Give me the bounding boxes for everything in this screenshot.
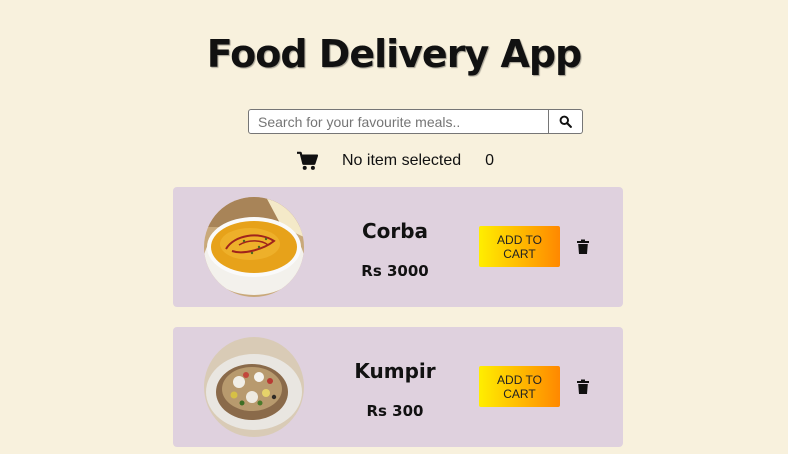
food-card-corba: Corba Rs 3000 ADD TO CART (173, 187, 623, 307)
add-to-cart-button[interactable]: ADD TO CART (479, 226, 560, 267)
food-card-kumpir: Kumpir Rs 300 ADD TO CART (173, 327, 623, 447)
cart-count: 0 (485, 152, 495, 169)
food-price: Rs 3000 (361, 262, 429, 280)
page-title: Food Delivery App (206, 32, 583, 76)
app-root: Food Delivery App No item selected 0 (0, 0, 788, 454)
food-image-corba (204, 197, 304, 297)
search-input[interactable] (248, 109, 549, 134)
food-name: Kumpir (354, 359, 436, 383)
search-bar (248, 109, 583, 134)
food-name: Corba (361, 219, 429, 243)
trash-icon[interactable] (576, 379, 590, 395)
food-price: Rs 300 (366, 402, 424, 420)
add-to-cart-button[interactable]: ADD TO CART (479, 366, 560, 407)
cart-summary: No item selected 0 (296, 148, 494, 174)
trash-icon[interactable] (576, 239, 590, 255)
cart-status-text: No item selected (342, 152, 462, 169)
search-icon (559, 115, 572, 128)
search-button[interactable] (549, 109, 583, 134)
food-image-kumpir (204, 337, 304, 437)
shopping-cart-icon[interactable] (296, 151, 318, 171)
